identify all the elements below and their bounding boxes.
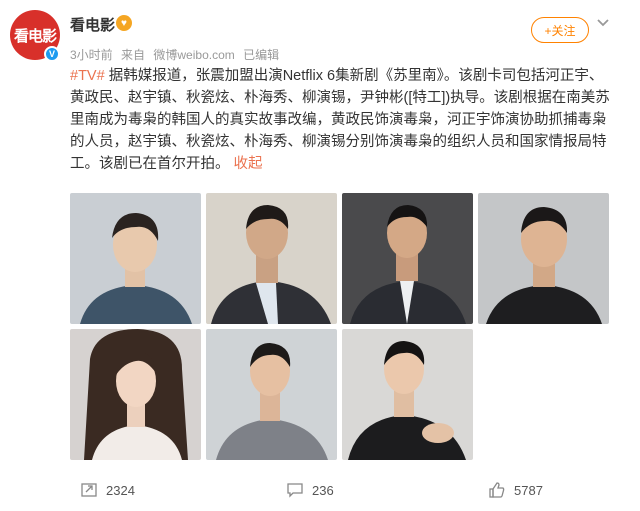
post-time[interactable]: 3小时前 [70,48,113,62]
chevron-down-icon[interactable] [596,16,610,30]
photo-actor-7[interactable] [342,329,473,460]
photo-actor-3[interactable] [342,193,473,324]
photo-actor-4[interactable] [478,193,609,324]
action-bar: 2324 236 5787 [0,475,640,505]
username[interactable]: 看电影 [70,14,115,35]
collapse-link[interactable]: 收起 [234,156,263,172]
follow-button[interactable]: +关注 [531,17,589,43]
comment-count: 236 [312,482,334,498]
post-meta: 3小时前 来自 微博weibo.com 已编辑 [70,46,284,63]
photo-actor-1[interactable] [70,193,201,324]
weibo-post: 看电影 V 看电影 ♥ 3小时前 来自 微博weibo.com 已编辑 +关注 … [0,0,640,511]
photo-actress-5[interactable] [70,329,201,460]
member-heart-icon: ♥ [116,15,132,31]
verified-icon: V [44,46,60,62]
comment-button[interactable]: 236 [286,481,334,499]
repost-icon [81,483,97,497]
avatar-text: 看电影 [13,27,57,45]
repost-button[interactable]: 2324 [80,481,135,499]
source-prefix: 来自 [121,48,146,62]
repost-count: 2324 [106,482,135,498]
thumbs-up-icon [489,482,505,498]
post-source[interactable]: 微博weibo.com [153,48,234,62]
topic-link[interactable]: #TV# [70,68,105,84]
like-button[interactable]: 5787 [488,481,543,499]
edited-label: 已编辑 [243,48,280,62]
photo-actor-2[interactable] [206,193,337,324]
like-count: 5787 [514,482,543,498]
photo-actor-6[interactable] [206,329,337,460]
comment-icon [287,483,303,498]
post-text: 据韩媒报道，张震加盟出演Netflix 6集新剧《苏里南》。该剧卡司包括河正宇、… [70,68,610,172]
post-content: #TV# 据韩媒报道，张震加盟出演Netflix 6集新剧《苏里南》。该剧卡司包… [70,65,615,175]
